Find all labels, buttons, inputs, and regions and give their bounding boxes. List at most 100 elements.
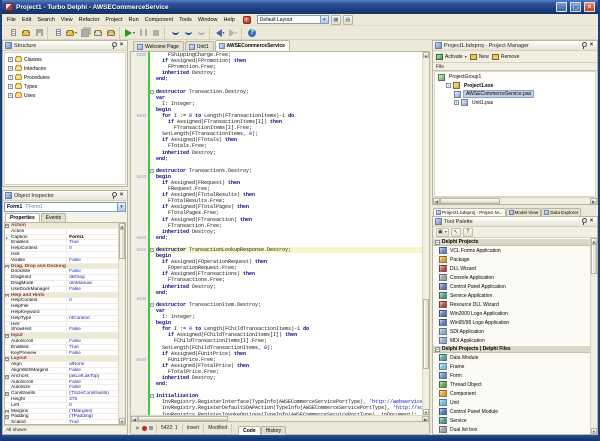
property-value[interactable] xyxy=(67,310,118,315)
save-file-button[interactable] xyxy=(33,27,45,38)
minimize-button[interactable]: _ xyxy=(556,2,567,12)
expand-icon[interactable]: + xyxy=(454,100,459,105)
fold-collapse-icon[interactable]: − xyxy=(150,248,154,252)
step-over-button[interactable] xyxy=(182,27,194,38)
property-value[interactable]: (TMargins) xyxy=(67,409,118,414)
pin-icon[interactable] xyxy=(581,218,586,225)
editor-tab-welcome-page[interactable]: Welcome Page xyxy=(133,41,184,51)
palette-item-dll-wizard[interactable]: DLL Wizard xyxy=(433,264,590,273)
property-value[interactable]: 0 xyxy=(67,403,118,408)
close-icon[interactable]: × xyxy=(118,192,125,199)
tab-history[interactable]: History xyxy=(261,426,287,435)
tab-events[interactable]: Events xyxy=(41,213,66,222)
expand-icon[interactable]: + xyxy=(5,410,9,414)
palette-item-package[interactable]: Package xyxy=(433,255,590,264)
palette-help-button[interactable]: ? xyxy=(463,228,473,237)
dock-tab-project1-bdsproj-project-m-[interactable]: Project1.bdsproj - Project M... xyxy=(433,208,506,216)
property-value[interactable]: True xyxy=(67,345,118,350)
desktop-layout-combo[interactable]: Default Layout ▾ xyxy=(257,15,329,24)
menu-run[interactable]: Run xyxy=(126,16,142,24)
dock-tab-model-view[interactable]: Model View xyxy=(506,208,542,216)
scrollbar-thumb[interactable] xyxy=(591,244,597,274)
palette-item-resource-dll-wizard[interactable]: Resource DLL Wizard xyxy=(433,300,590,309)
collapse-icon[interactable]: − xyxy=(5,294,9,298)
property-value[interactable]: False xyxy=(67,258,118,263)
navigate-back-button[interactable]: ▾ xyxy=(214,27,226,38)
project-tree-node[interactable]: -Project1.exe xyxy=(435,82,595,91)
property-value[interactable]: True xyxy=(67,240,118,245)
project-tree-node[interactable]: +Unit1.pas xyxy=(435,99,595,108)
pin-icon[interactable] xyxy=(111,192,116,199)
property-value[interactable]: False xyxy=(67,351,118,356)
collapse-icon[interactable]: − xyxy=(5,224,9,228)
collapse-icon[interactable]: − xyxy=(5,334,9,338)
cursor-button[interactable]: ↖ xyxy=(451,228,461,237)
menu-help[interactable]: Help xyxy=(220,16,237,24)
palette-item-control-panel-application[interactable]: Control Panel Application xyxy=(433,282,590,291)
macro-record-icon[interactable] xyxy=(142,426,147,431)
menu-view[interactable]: View xyxy=(58,16,76,24)
help-button[interactable]: ? xyxy=(246,27,258,38)
open-file-button[interactable] xyxy=(20,27,32,38)
tool-palette-scrollbar[interactable]: ▲ ▼ xyxy=(590,238,597,434)
property-value[interactable]: False xyxy=(67,339,118,344)
pin-icon[interactable] xyxy=(581,42,586,49)
code-lines[interactable]: 5390 FShippingCharge.Free;· if Assigned(… xyxy=(131,52,422,415)
chevron-down-icon[interactable]: ▾ xyxy=(117,203,125,211)
palette-menu-button[interactable]: ▣▾ xyxy=(436,228,449,237)
property-value[interactable]: False xyxy=(67,269,118,274)
property-value[interactable]: 0 xyxy=(67,298,118,303)
remove-file-button[interactable] xyxy=(105,27,117,38)
macro-stop-icon[interactable] xyxy=(149,426,153,430)
run-to-cursor-button[interactable] xyxy=(195,27,207,38)
pause-button[interactable] xyxy=(137,27,149,38)
close-icon[interactable]: × xyxy=(588,218,595,225)
palette-item-component[interactable]: Component xyxy=(433,389,590,398)
property-value[interactable]: Form1 xyxy=(67,235,118,240)
scrollbar-track[interactable] xyxy=(423,369,429,409)
property-value[interactable] xyxy=(67,322,118,327)
maximize-button[interactable]: ▢ xyxy=(570,2,581,12)
palette-item-thread-object[interactable]: Thread Object xyxy=(433,380,590,389)
collapse-icon[interactable]: - xyxy=(446,83,451,88)
save-all-button[interactable] xyxy=(79,27,91,38)
stop-button[interactable] xyxy=(150,27,162,38)
palette-item-console-application[interactable]: Console Application xyxy=(433,273,590,282)
fold-collapse-icon[interactable]: − xyxy=(150,90,154,94)
palette-item-service-application[interactable]: Service Application xyxy=(433,291,590,300)
palette-item-vcl-forms-application[interactable]: VCL Forms Application xyxy=(433,246,590,255)
menu-window[interactable]: Window xyxy=(195,16,221,24)
fold-collapse-icon[interactable]: − xyxy=(150,394,154,398)
property-value[interactable]: True xyxy=(67,420,118,424)
expand-icon[interactable]: + xyxy=(5,392,9,396)
fold-collapse-icon[interactable]: − xyxy=(150,303,154,307)
navigate-forward-button[interactable]: ▾ xyxy=(227,27,239,38)
expand-icon[interactable]: + xyxy=(8,75,13,80)
scroll-left-icon[interactable]: ◀ xyxy=(131,416,138,421)
menu-file[interactable]: File xyxy=(4,16,19,24)
property-value[interactable]: 375 xyxy=(67,397,118,402)
code-editor[interactable]: 5390 FShippingCharge.Free;· if Assigned(… xyxy=(130,51,430,415)
run-button[interactable]: ▾ xyxy=(124,27,136,38)
palette-item-data-module[interactable]: Data Module xyxy=(433,353,590,362)
menu-tools[interactable]: Tools xyxy=(176,16,195,24)
expand-icon[interactable]: + xyxy=(5,415,9,419)
property-value[interactable]: alNone xyxy=(67,362,118,367)
tab-code[interactable]: Code xyxy=(238,426,261,435)
palette-item-control-panel-module[interactable]: Control Panel Module xyxy=(433,407,590,416)
scrollbar-thumb[interactable] xyxy=(440,198,500,204)
property-value[interactable] xyxy=(67,252,118,257)
tab-properties[interactable]: Properties xyxy=(5,213,40,222)
property-value[interactable]: 0 xyxy=(67,246,118,251)
scrollbar-track[interactable] xyxy=(228,416,422,421)
menu-edit[interactable]: Edit xyxy=(19,16,34,24)
expand-icon[interactable]: + xyxy=(5,375,9,379)
delete-layout-button[interactable]: ▤ xyxy=(343,15,353,25)
activate-button[interactable]: Activate▾ xyxy=(436,54,467,60)
menu-refactor[interactable]: Refactor xyxy=(76,16,103,24)
project-tree-scrollbar[interactable]: ◀ ▶ xyxy=(433,197,597,204)
collapse-icon[interactable]: − xyxy=(435,240,440,245)
structure-node-uses[interactable]: +Uses xyxy=(8,91,125,100)
property-value[interactable]: False xyxy=(67,380,118,385)
property-value[interactable]: dmManual xyxy=(67,281,118,286)
